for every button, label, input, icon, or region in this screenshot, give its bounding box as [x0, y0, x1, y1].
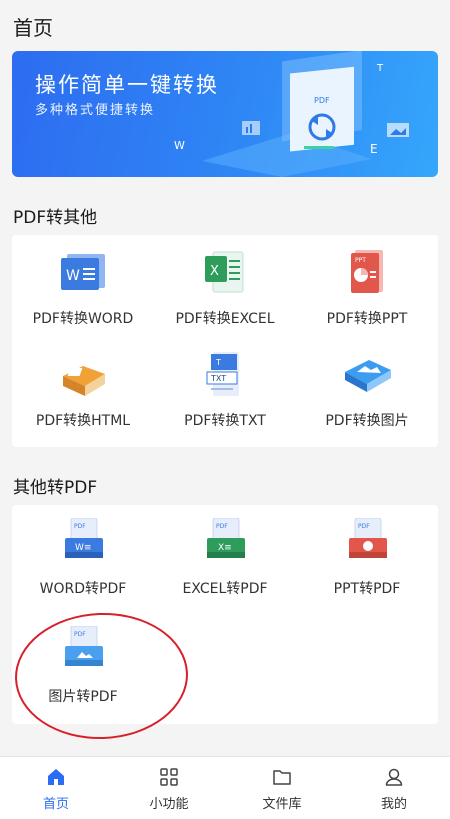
svg-text:TXT: TXT	[210, 374, 226, 383]
tab-label: 小功能	[149, 797, 189, 812]
section-title-other-to-pdf: 其他转PDF	[13, 478, 98, 498]
svg-text:PPT: PPT	[355, 257, 366, 264]
tab-home[interactable]: 首页	[0, 757, 112, 819]
tab-label: 我的	[380, 797, 407, 812]
image-to-pdf-icon: PDF	[65, 626, 103, 666]
tool-pdf-to-txt[interactable]: T TXT PDF转换TXT	[154, 350, 296, 430]
tool-label: PDF转换TXT	[184, 413, 266, 429]
bottom-tab-bar: 首页 小功能 文件库 我的	[0, 756, 450, 819]
user-icon	[385, 768, 403, 786]
tab-tools[interactable]: 小功能	[113, 757, 225, 819]
banner-subtitle: 多种格式便捷转换	[35, 103, 156, 118]
svg-text:PDF: PDF	[358, 523, 370, 530]
tab-file-library[interactable]: 文件库	[226, 757, 338, 819]
home-icon	[48, 769, 64, 785]
tab-label: 文件库	[262, 797, 302, 812]
banner-w-letter: W	[174, 139, 185, 152]
svg-text:PDF: PDF	[216, 523, 228, 530]
svg-text:PDF: PDF	[74, 523, 86, 530]
tool-label: 图片转PDF	[48, 689, 118, 705]
pdf-to-other-card: W PDF转换WORD X PDF转换EXCEL PPT PDF转换PPT PD…	[12, 235, 438, 447]
tool-label: PDF转换EXCEL	[175, 311, 275, 327]
tool-label: EXCEL转PDF	[182, 581, 268, 597]
convert-illustration-icon: PDF W E T	[174, 51, 409, 177]
tool-ppt-to-pdf[interactable]: PDF PPT转PDF	[296, 518, 438, 598]
svg-text:W: W	[66, 268, 80, 284]
excel-doc-icon: X	[205, 251, 244, 293]
tool-label: PDF转换HTML	[35, 413, 131, 429]
banner-t-letter: T	[376, 63, 384, 74]
section-title-pdf-to-other: PDF转其他	[13, 208, 98, 228]
txt-doc-icon: T TXT	[206, 352, 239, 396]
tool-pdf-to-ppt[interactable]: PPT PDF转换PPT	[296, 248, 438, 328]
tool-pdf-to-word[interactable]: W PDF转换WORD	[12, 248, 154, 328]
tool-word-to-pdf[interactable]: PDF W≡ WORD转PDF	[12, 518, 154, 598]
other-to-pdf-card: PDF W≡ WORD转PDF PDF X≡ EXCEL转PDF PDF PPT…	[12, 505, 438, 724]
tool-label: PDF转换图片	[325, 413, 409, 429]
svg-text:T: T	[215, 358, 221, 367]
tab-label: 首页	[42, 797, 69, 812]
tool-image-to-pdf[interactable]: PDF 图片转PDF	[12, 626, 154, 706]
tool-label: PDF转换PPT	[326, 311, 408, 327]
ppt-doc-icon: PPT	[351, 250, 383, 293]
image-doc-icon	[345, 360, 391, 392]
word-to-pdf-icon: PDF W≡	[65, 518, 103, 558]
grid-icon	[160, 768, 178, 786]
tool-pdf-to-excel[interactable]: X PDF转换EXCEL	[154, 248, 296, 328]
page-title: 首页	[13, 16, 53, 40]
banner-pdf-text: PDF	[314, 96, 330, 105]
promo-banner[interactable]: 操作简单一键转换 多种格式便捷转换 PDF W E T	[12, 51, 438, 177]
svg-text:X≡: X≡	[218, 543, 232, 553]
tool-label: PDF转换WORD	[32, 311, 134, 327]
tool-label: PPT转PDF	[333, 581, 401, 597]
svg-text:PDF: PDF	[74, 631, 86, 638]
banner-e-letter: E	[370, 142, 378, 156]
svg-text:X: X	[210, 264, 219, 279]
excel-to-pdf-icon: PDF X≡	[207, 518, 245, 558]
html-book-icon	[63, 366, 105, 396]
tool-pdf-to-image[interactable]: PDF转换图片	[296, 350, 438, 430]
tool-excel-to-pdf[interactable]: PDF X≡ EXCEL转PDF	[154, 518, 296, 598]
svg-text:W≡: W≡	[75, 543, 91, 553]
tab-profile[interactable]: 我的	[338, 757, 450, 819]
tool-pdf-to-html[interactable]: PDF转换HTML	[12, 350, 154, 430]
word-doc-icon: W	[61, 254, 105, 290]
tool-label: WORD转PDF	[39, 581, 127, 597]
folder-icon	[273, 770, 291, 785]
ppt-to-pdf-icon: PDF	[349, 518, 387, 558]
